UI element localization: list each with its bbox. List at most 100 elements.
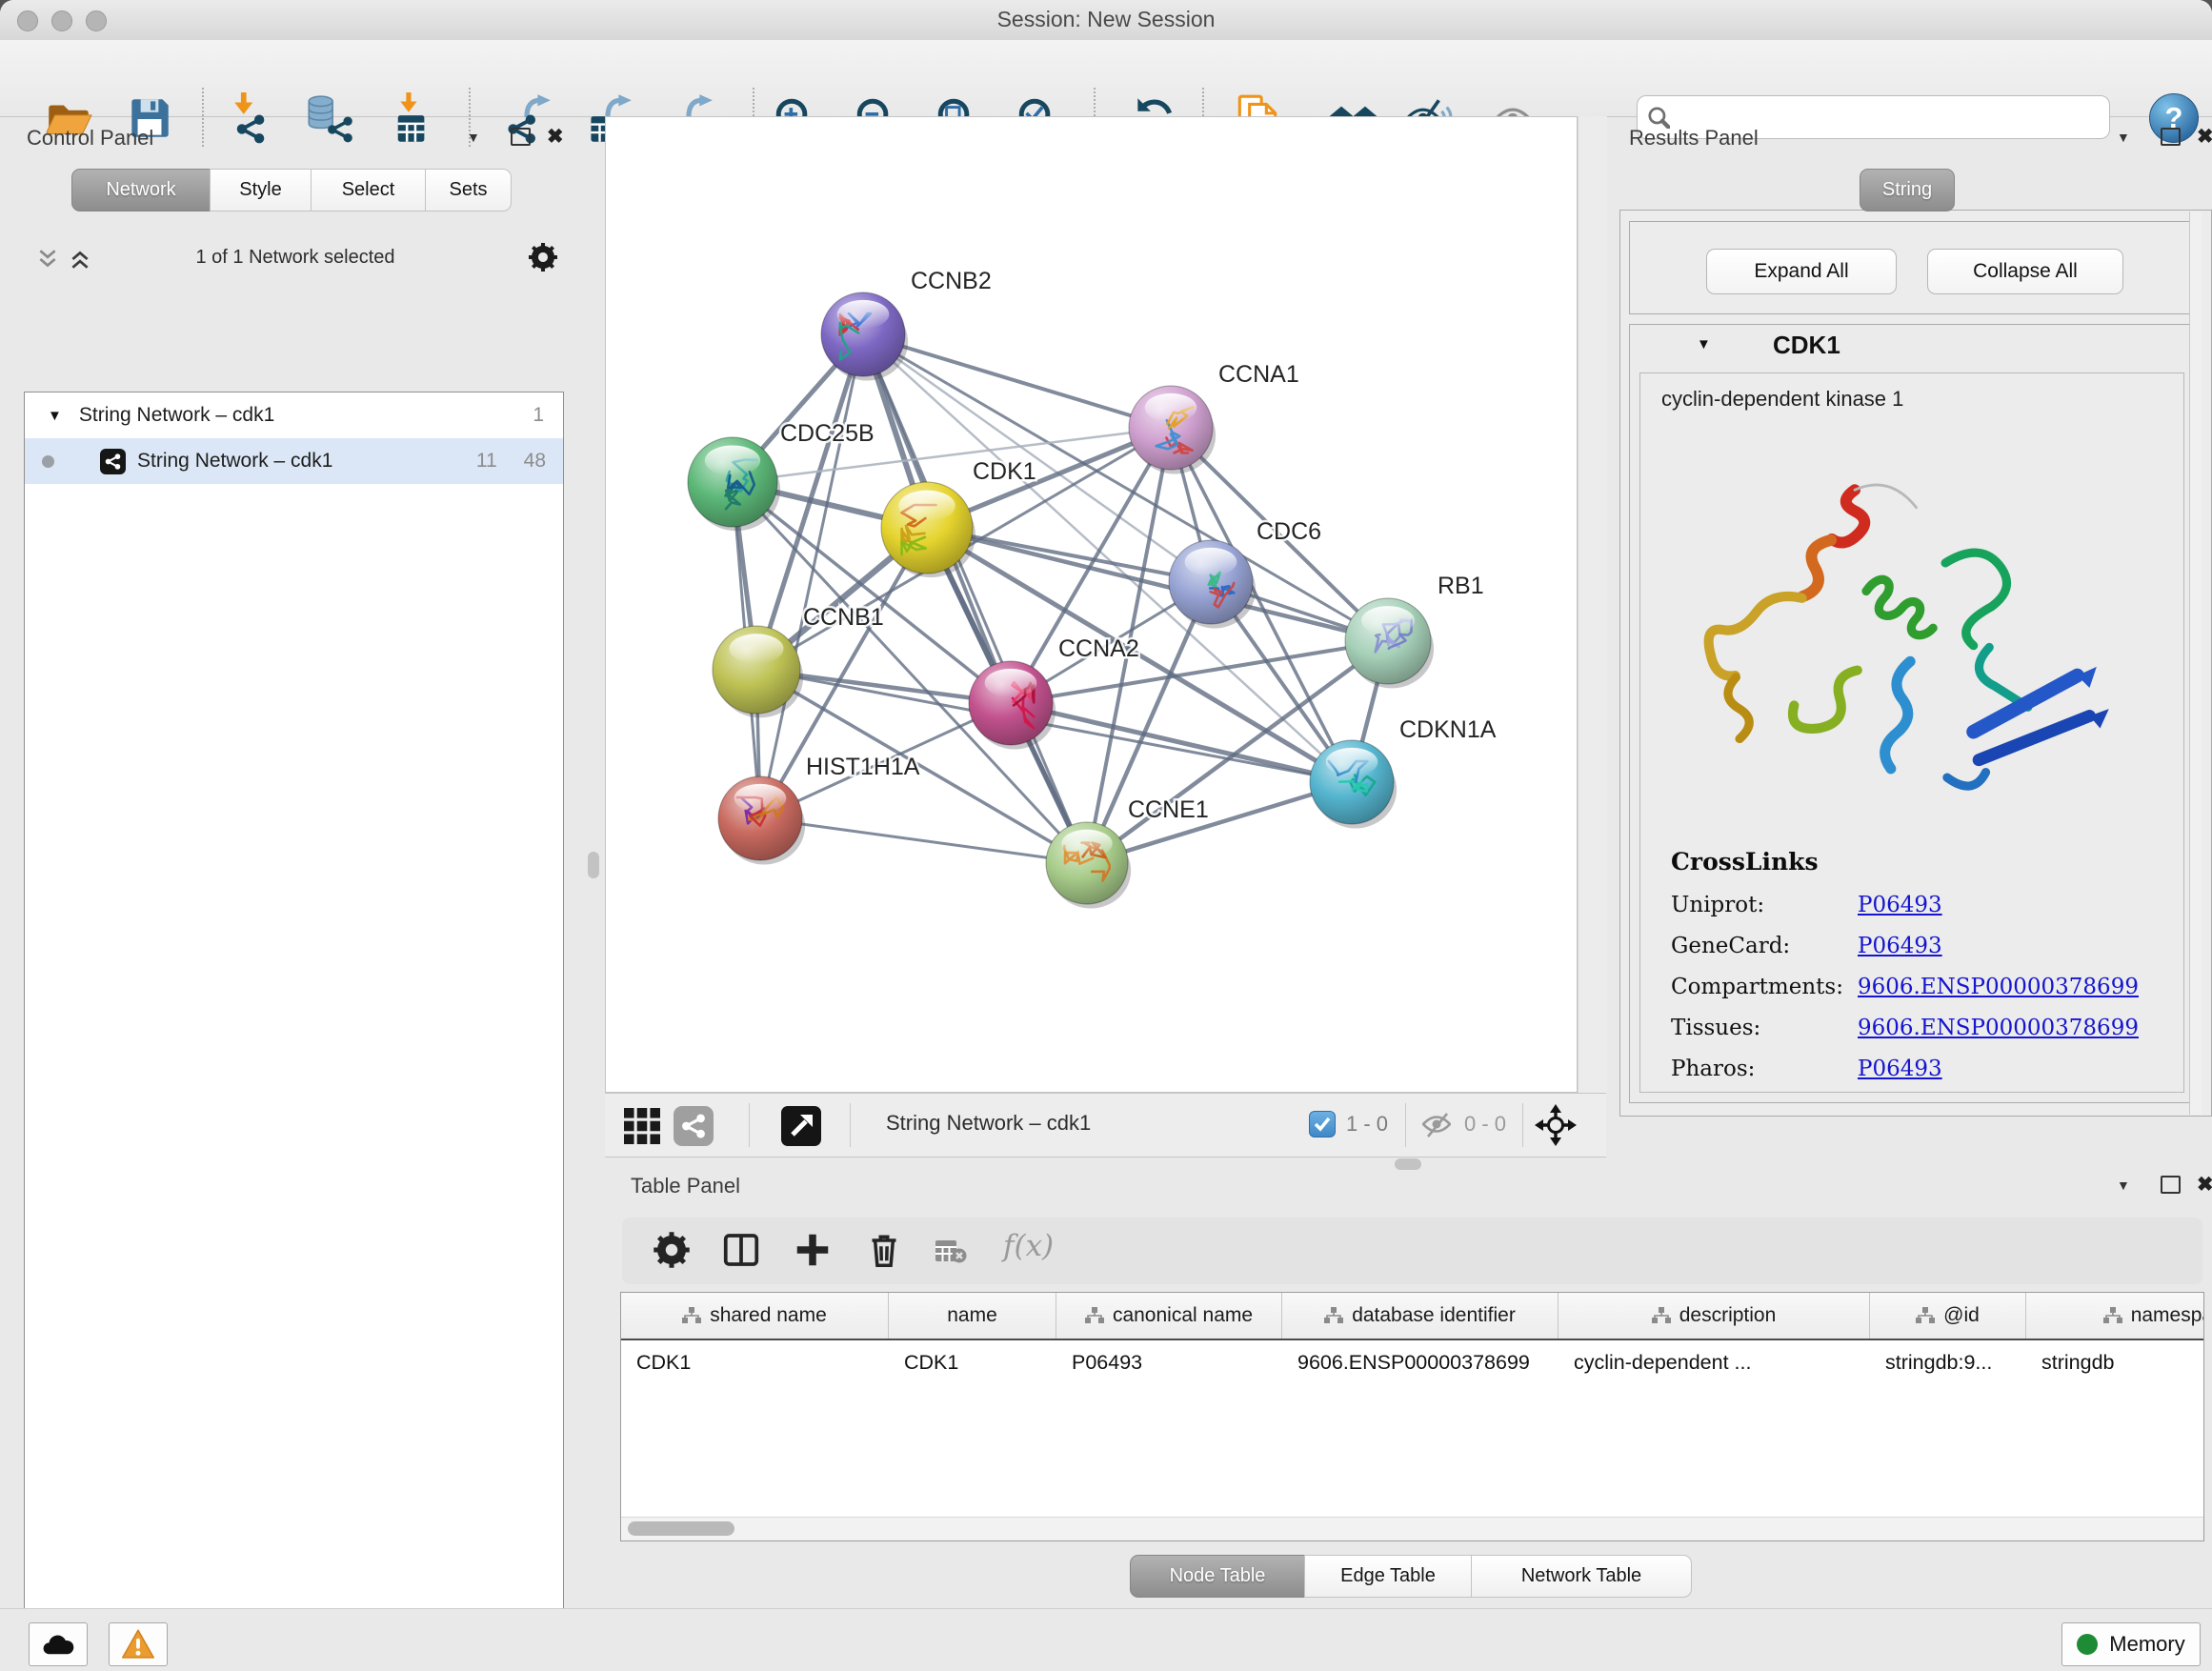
graph-node-CCNA1[interactable] xyxy=(1129,386,1216,473)
footer-separator xyxy=(1405,1103,1406,1147)
tab-network[interactable]: Network xyxy=(71,169,211,211)
column-header-description[interactable]: description xyxy=(1558,1293,1870,1339)
graph-node-label-CDK1: CDK1 xyxy=(973,458,1036,485)
table-options-gear-icon[interactable] xyxy=(653,1231,691,1269)
show-columns-icon[interactable] xyxy=(722,1231,760,1269)
network-row-selected[interactable]: String Network – cdk1 11 48 xyxy=(25,438,563,484)
expand-all-button[interactable]: Expand All xyxy=(1706,249,1897,294)
cell-namespace[interactable]: stringdb xyxy=(2026,1340,2204,1384)
graph-node-label-CDKN1A: CDKN1A xyxy=(1399,716,1497,743)
tab-node-table[interactable]: Node Table xyxy=(1130,1555,1305,1598)
cell--id[interactable]: stringdb:9... xyxy=(1870,1340,2026,1384)
string-actions-box: Expand All Collapse All xyxy=(1629,221,2193,314)
graph-node-CDC25B[interactable] xyxy=(688,437,780,531)
crosslink-link[interactable]: 9606.ENSP00000378699 xyxy=(1858,975,2139,999)
column-grouping-icon xyxy=(1652,1307,1671,1324)
graph-node-label-RB1: RB1 xyxy=(1438,573,1484,599)
tree-expander-icon[interactable]: ▼ xyxy=(48,408,62,424)
column-header--id[interactable]: @id xyxy=(1870,1293,2026,1339)
warnings-button[interactable] xyxy=(109,1622,168,1666)
column-header-name[interactable]: name xyxy=(889,1293,1056,1339)
network-collection-row[interactable]: ▼ String Network – cdk1 1 xyxy=(25,393,563,438)
graph-node-label-CCNA1: CCNA1 xyxy=(1218,361,1299,388)
table-panel-menu-caret-icon[interactable]: ▼ xyxy=(2117,1178,2130,1193)
graph-edge-CCNB2-HIST1H1A[interactable] xyxy=(760,334,863,818)
tab-select[interactable]: Select xyxy=(311,169,426,211)
graph-edge-CCNA2-CDKN1A[interactable] xyxy=(1011,703,1352,782)
network-scroll-strip[interactable] xyxy=(1578,116,1607,1093)
entry-gene-name: CDK1 xyxy=(1773,331,1840,360)
network-options-gear-icon[interactable] xyxy=(528,242,558,272)
memory-button[interactable]: Memory xyxy=(2061,1622,2201,1666)
cell-database-identifier[interactable]: 9606.ENSP00000378699 xyxy=(1282,1340,1558,1384)
column-header-shared-name[interactable]: shared name xyxy=(621,1293,889,1339)
cell-name[interactable]: CDK1 xyxy=(889,1340,1056,1384)
graph-edge-HIST1H1A-CCNE1[interactable] xyxy=(760,818,1087,863)
crosslink-row: Tissues: 9606.ENSP00000378699 xyxy=(1671,1016,2166,1040)
column-header-label: name xyxy=(947,1304,997,1327)
graph-node-CCNA2[interactable] xyxy=(969,661,1056,749)
network-graph[interactable]: CCNB2CCNA1CDC25BCDK1CDC6RB1CCNB1CCNA2CDK… xyxy=(606,117,1577,1092)
results-panel-tabs: String xyxy=(1860,169,1955,211)
collapse-all-button[interactable]: Collapse All xyxy=(1927,249,2123,294)
column-header-label: shared name xyxy=(710,1304,827,1327)
selected-checkbox-icon[interactable] xyxy=(1309,1111,1336,1137)
graph-node-HIST1H1A[interactable] xyxy=(718,776,805,864)
entry-expander-icon[interactable]: ▼ xyxy=(1697,336,1711,352)
expand-all-chevron-icon[interactable] xyxy=(69,248,91,271)
column-header-canonical-name[interactable]: canonical name xyxy=(1056,1293,1282,1339)
function-builder-icon[interactable]: f(x) xyxy=(1003,1229,1054,1263)
footer-separator xyxy=(1522,1103,1523,1147)
tab-style[interactable]: Style xyxy=(210,169,312,211)
scrollbar-thumb[interactable] xyxy=(628,1521,734,1536)
crosslinks-section: CrossLinks Uniprot: P06493 GeneCard: P06… xyxy=(1671,848,2166,1097)
bottom-splitter-handle[interactable] xyxy=(1395,1158,1421,1170)
graph-edge-CCNB2-CCNA1[interactable] xyxy=(863,334,1171,428)
crosslink-link[interactable]: P06493 xyxy=(1858,1057,1942,1081)
graph-node-label-CDC6: CDC6 xyxy=(1257,518,1321,545)
table-row[interactable]: CDK1CDK1P064939606.ENSP00000378699cyclin… xyxy=(621,1340,2204,1384)
fit-selected-crosshair-icon[interactable] xyxy=(1535,1104,1577,1146)
crosslink-link[interactable]: 9606.ENSP00000378699 xyxy=(1858,1016,2139,1040)
table-horizontal-scrollbar[interactable] xyxy=(621,1517,2203,1540)
cell-canonical-name[interactable]: P06493 xyxy=(1056,1340,1282,1384)
results-panel-close-icon[interactable]: ✖ xyxy=(2197,130,2212,144)
graph-node-CDK1[interactable] xyxy=(881,482,975,577)
control-panel-float-icon[interactable] xyxy=(511,128,531,146)
graph-node-CDC6[interactable] xyxy=(1169,540,1256,628)
tab-network-table[interactable]: Network Table xyxy=(1471,1555,1692,1598)
control-panel-close-icon[interactable]: ✖ xyxy=(547,130,564,144)
collapse-all-chevron-icon[interactable] xyxy=(36,248,59,271)
grid-view-icon[interactable] xyxy=(624,1108,660,1144)
crosslink-link[interactable]: P06493 xyxy=(1858,934,1942,958)
control-panel-menu-caret-icon[interactable]: ▼ xyxy=(467,130,480,145)
results-panel-menu-caret-icon[interactable]: ▼ xyxy=(2117,130,2130,145)
graph-node-RB1[interactable] xyxy=(1345,598,1434,688)
results-scrollbar[interactable] xyxy=(2189,211,2202,1115)
table-panel-close-icon[interactable]: ✖ xyxy=(2197,1178,2212,1192)
left-splitter-handle[interactable] xyxy=(588,852,599,878)
delete-table-icon[interactable] xyxy=(935,1238,967,1263)
graph-node-CCNE1[interactable] xyxy=(1046,822,1131,909)
graph-node-CDKN1A[interactable] xyxy=(1310,740,1397,828)
column-header-namespace[interactable]: namespace xyxy=(2026,1293,2204,1339)
network-tree: ▼ String Network – cdk1 1 String Network… xyxy=(24,392,564,1671)
cell-shared-name[interactable]: CDK1 xyxy=(621,1340,889,1384)
cloud-status-button[interactable] xyxy=(29,1622,88,1666)
crosslink-link[interactable]: P06493 xyxy=(1858,893,1942,917)
tab-string[interactable]: String xyxy=(1860,169,1955,211)
cell-description[interactable]: cyclin-dependent ... xyxy=(1558,1340,1870,1384)
network-canvas[interactable]: CCNB2CCNA1CDC25BCDK1CDC6RB1CCNB1CCNA2CDK… xyxy=(605,116,1578,1093)
column-header-database-identifier[interactable]: database identifier xyxy=(1282,1293,1558,1339)
graph-node-label-CCNB1: CCNB1 xyxy=(803,604,884,631)
network-node-count: 11 xyxy=(476,450,497,473)
delete-column-trash-icon[interactable] xyxy=(865,1231,903,1269)
add-column-icon[interactable] xyxy=(794,1231,832,1269)
tab-sets[interactable]: Sets xyxy=(425,169,512,211)
network-view-share-icon[interactable] xyxy=(674,1106,714,1146)
status-bar: Memory xyxy=(0,1608,2212,1671)
results-panel-float-icon[interactable] xyxy=(2161,128,2181,146)
birds-eye-view-icon[interactable] xyxy=(781,1106,821,1146)
table-panel-float-icon[interactable] xyxy=(2161,1176,2181,1194)
tab-edge-table[interactable]: Edge Table xyxy=(1304,1555,1472,1598)
